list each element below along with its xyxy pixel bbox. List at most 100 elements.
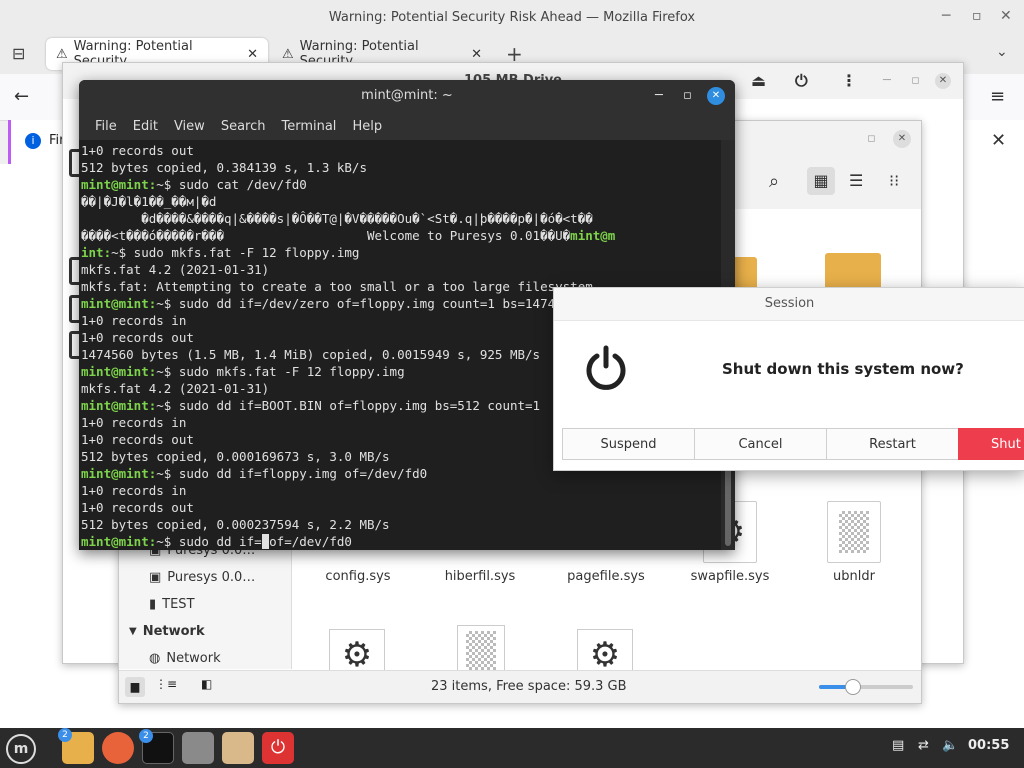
terminal-text: ~$ sudo cat /dev/fd0 [156, 177, 307, 192]
cancel-button[interactable]: Cancel [694, 428, 827, 460]
terminal-text: 1+0 records in [81, 483, 187, 498]
tab-close-icon[interactable]: ✕ [247, 47, 258, 62]
minimize-icon[interactable]: ─ [942, 8, 950, 24]
icon-view-icon[interactable]: ▦ [807, 167, 835, 195]
terminal-line: 1+0 records in [81, 482, 721, 499]
files-app-icon[interactable]: 2 [58, 728, 94, 764]
restart-button[interactable]: Restart [826, 428, 959, 460]
terminal-prompt: mint@mint: [81, 534, 157, 549]
terminal-text: mkfs.fat: Attempting to create a too sma… [81, 279, 593, 294]
maximize-icon[interactable]: ▫ [683, 80, 692, 112]
notification-close-icon[interactable]: ✕ [991, 130, 1006, 151]
maximize-icon[interactable]: ▫ [867, 121, 876, 157]
file-item-ubnldr[interactable]: ubnldr [799, 501, 909, 584]
maximize-icon[interactable]: ▫ [911, 63, 920, 99]
power-icon[interactable]: ⏻ [795, 63, 808, 99]
terminal-line: �d����&����q|&����s|�Ô��T@|�V�����Ou�`<S… [81, 210, 721, 227]
sidebar-heading-network[interactable]: ▼ Network [129, 624, 205, 639]
file-name: config.sys [325, 569, 391, 584]
close-icon[interactable]: ✕ [893, 130, 911, 148]
menu-search[interactable]: Search [213, 119, 274, 134]
terminal-app-icon[interactable]: 2 [139, 729, 174, 764]
tab-overview-icon[interactable]: ⊟ [12, 44, 25, 63]
menu-edit[interactable]: Edit [125, 119, 166, 134]
terminal-text: 1474560 bytes (1.5 MB, 1.4 MiB) copied, … [81, 347, 541, 362]
close-icon[interactable]: ✕ [935, 73, 951, 89]
globe-icon: ◍ [149, 651, 161, 666]
clipboard-icon[interactable]: ▤ [892, 738, 904, 753]
power-icon [582, 344, 630, 392]
sidebar-item-network[interactable]: ◍ Network [149, 651, 221, 666]
chevron-down-icon: ▼ [129, 626, 137, 637]
firefox-app-icon[interactable] [102, 732, 134, 764]
minimize-icon[interactable]: ─ [883, 63, 891, 99]
terminal-prompt: mint@mint: [81, 296, 157, 311]
terminal-title: mint@mint: ~ [361, 88, 453, 103]
list-tabs-icon[interactable]: ⌄ [996, 44, 1008, 60]
compact-view-icon[interactable]: ⁝⁝ [889, 171, 899, 190]
menu-icon[interactable]: ≡ [990, 86, 1005, 107]
terminal-prompt: mint@mint: [81, 398, 157, 413]
close-icon[interactable]: ✕ [1000, 8, 1012, 24]
firefox-window-title: Warning: Potential Security Risk Ahead —… [328, 9, 696, 25]
terminal-text: 1+0 records out [81, 432, 194, 447]
window-count-badge: 2 [58, 728, 72, 742]
sidebar-item-puresys-2[interactable]: ▣ Puresys 0.0… [149, 570, 255, 585]
terminal-prompt: mint@m [570, 228, 616, 243]
drive-icon: ▣ [149, 570, 162, 585]
close-icon[interactable]: ✕ [707, 87, 725, 105]
window-count-badge: 2 [139, 729, 153, 743]
dialog-buttons: Suspend Cancel Restart Shut [562, 428, 1024, 460]
terminal-text: 512 bytes copied, 0.000169673 s, 3.0 MB/… [81, 449, 390, 464]
warning-icon: ⚠ [282, 46, 294, 62]
sidebar-toggle-icon[interactable]: ◧ [201, 677, 212, 691]
sidebar-item-label: TEST [162, 597, 195, 612]
tab-close-icon[interactable]: ✕ [471, 47, 482, 62]
file-name: pagefile.sys [567, 569, 645, 584]
archive-app-icon[interactable] [222, 732, 254, 764]
sidebar-item-test[interactable]: ▮ TEST [149, 597, 195, 612]
places-icon[interactable]: ▆ [125, 677, 145, 697]
search-icon[interactable]: ⌕ [769, 171, 779, 192]
terminal-text: ~$ sudo dd if=floppy.img of=/dev/fd0 [156, 466, 428, 481]
zoom-slider-handle[interactable] [844, 679, 861, 695]
zoom-slider[interactable] [819, 679, 913, 695]
menu-file[interactable]: File [87, 119, 125, 134]
tree-icon[interactable]: ⋮≡ [155, 677, 177, 691]
usb-drive-icon: ▮ [149, 597, 157, 612]
terminal-prompt: mint@mint: [81, 364, 157, 379]
terminal-line: ����<t���ó�����r��� Welcome to Puresys 0… [81, 227, 721, 244]
minimize-icon[interactable]: ─ [655, 80, 663, 112]
terminal-prompt: mint@mint: [81, 466, 157, 481]
dialog-message: Shut down this system now? [722, 360, 964, 378]
shutdown-button[interactable]: Shut [958, 428, 1024, 460]
terminal-text: ~$ sudo dd if= [156, 534, 262, 549]
list-view-icon[interactable]: ☰ [849, 171, 863, 190]
status-text: 23 items, Free space: 59.3 GB [431, 679, 627, 694]
network-icon[interactable]: ⇄ [918, 738, 929, 753]
back-icon[interactable]: ← [14, 86, 29, 107]
session-app-icon[interactable]: ⏻ [262, 732, 294, 764]
terminal-prompt: mint@mint: [81, 177, 157, 192]
file-manager-statusbar: ▆ ⋮≡ ◧ 23 items, Free space: 59.3 GB [119, 670, 921, 703]
terminal-text: 512 bytes copied, 0.384139 s, 1.3 kB/s [81, 160, 367, 175]
terminal-menubar: File Edit View Search Terminal Help [79, 112, 735, 140]
menu-help[interactable]: Help [344, 119, 390, 134]
menu-terminal[interactable]: Terminal [273, 119, 344, 134]
terminal-current-line[interactable]: mint@mint:~$ sudo dd if= of=/dev/fd0 [81, 533, 721, 550]
mint-menu-icon[interactable]: m [6, 734, 36, 764]
clock[interactable]: 00:55 [968, 738, 1009, 753]
dialog-title: Session [554, 288, 1024, 321]
suspend-button[interactable]: Suspend [562, 428, 695, 460]
terminal-line: 1+0 records out [81, 499, 721, 516]
file-name: hiberfil.sys [444, 569, 516, 584]
terminal-text: mkfs.fat 4.2 (2021-01-31) [81, 262, 270, 277]
maximize-icon[interactable]: ▫ [972, 8, 982, 24]
more-options-icon[interactable]: ⋮ [841, 63, 857, 99]
terminal-line: int:~$ sudo mkfs.fat -F 12 floppy.img [81, 244, 721, 261]
eject-icon[interactable]: ⏏ [751, 63, 766, 99]
disks-app-icon[interactable] [182, 732, 214, 764]
terminal-text: ~$ sudo dd if=BOOT.BIN of=floppy.img bs=… [156, 398, 541, 413]
volume-icon[interactable]: 🔈 [942, 738, 958, 753]
menu-view[interactable]: View [166, 119, 213, 134]
